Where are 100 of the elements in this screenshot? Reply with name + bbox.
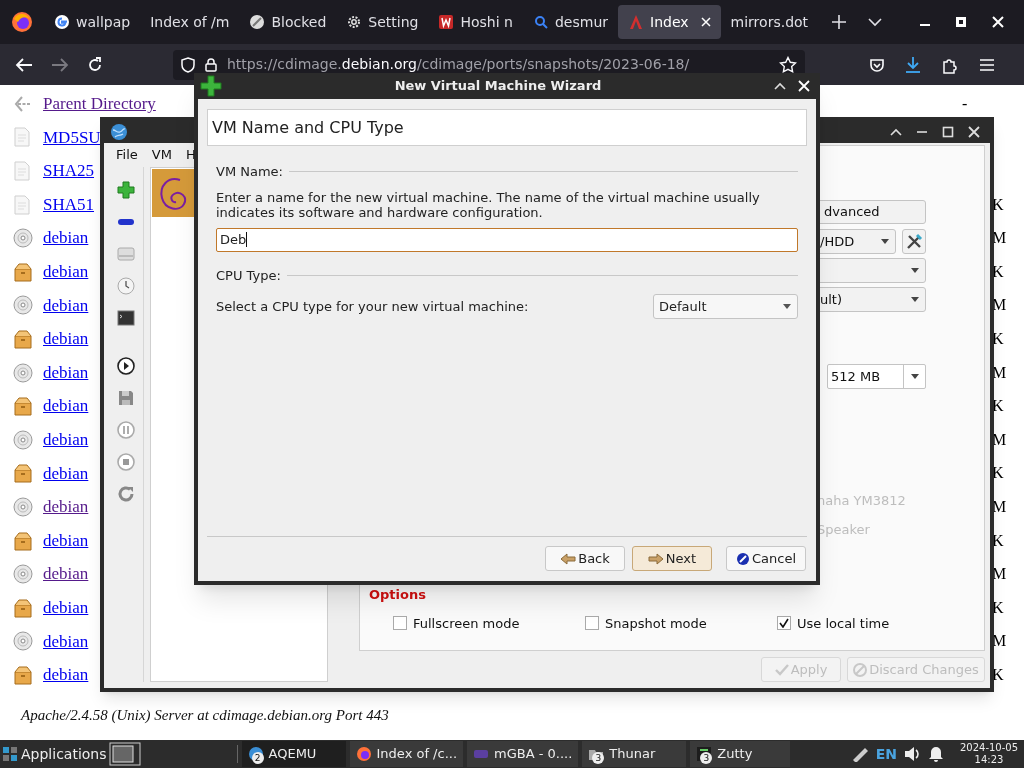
browser-tab[interactable]: Index xyxy=(618,5,721,39)
file-size: M xyxy=(992,564,1008,585)
file-link[interactable]: debian xyxy=(43,561,89,587)
applications-menu[interactable]: Applications xyxy=(0,743,107,765)
memory-combo[interactable]: 512 MB xyxy=(827,364,926,389)
file-link[interactable]: debian xyxy=(43,494,89,520)
file-link[interactable]: MD5SU xyxy=(43,124,101,151)
play-icon[interactable] xyxy=(116,357,135,375)
cpu-combo[interactable]: Default xyxy=(653,294,798,319)
browser-tab[interactable]: desmur xyxy=(522,5,619,39)
workspace-icon[interactable] xyxy=(108,742,141,766)
wizard-button[interactable]: Next xyxy=(632,546,712,571)
menu-item[interactable]: File xyxy=(116,145,138,165)
checkbox-label: Fullscreen mode xyxy=(413,614,520,633)
new-tab-icon[interactable] xyxy=(832,15,847,29)
file-link[interactable]: debian xyxy=(43,259,89,285)
reload-icon[interactable] xyxy=(87,56,103,73)
wizard-button[interactable]: Back xyxy=(545,546,625,571)
file-link[interactable]: debian xyxy=(43,359,89,386)
package-icon xyxy=(13,597,33,618)
clock-icon[interactable] xyxy=(116,277,135,295)
chevron-down-icon[interactable] xyxy=(868,17,883,27)
file-size: M xyxy=(992,631,1008,652)
dropdown-arrow-icon xyxy=(910,374,919,379)
file-link[interactable]: debian xyxy=(43,460,89,487)
task-button[interactable]: 3 Thunar xyxy=(582,741,687,767)
task-button[interactable]: 3 Zutty xyxy=(690,741,791,767)
file-link[interactable]: debian xyxy=(43,594,89,621)
vm-name-field[interactable]: Deb xyxy=(216,227,798,252)
menu-item[interactable]: VM xyxy=(151,145,172,165)
vm-list-item[interactable] xyxy=(152,169,194,217)
task-button[interactable]: Index of /c... xyxy=(349,741,464,767)
maximize-icon[interactable] xyxy=(942,126,954,138)
task-button[interactable]: 2 AQEMU xyxy=(241,741,346,767)
package-icon xyxy=(13,328,33,349)
browser-tab[interactable]: Blocked xyxy=(239,5,337,39)
disc-icon xyxy=(13,564,33,585)
wizard-button[interactable]: Cancel xyxy=(726,546,806,571)
firefox-icon[interactable] xyxy=(11,11,33,33)
browser-tab[interactable]: wallpap xyxy=(44,5,141,39)
minimize-icon[interactable] xyxy=(916,130,928,134)
lock-icon xyxy=(205,57,217,72)
file-size: - xyxy=(962,93,969,114)
add-icon[interactable] xyxy=(116,181,135,199)
star-icon[interactable] xyxy=(779,55,797,74)
pocket-icon[interactable] xyxy=(869,56,885,73)
package-icon xyxy=(13,261,33,282)
keyboard-layout[interactable]: EN xyxy=(875,743,897,765)
file-size: M xyxy=(992,496,1008,517)
floppy-icon[interactable] xyxy=(116,389,135,407)
shade-icon[interactable] xyxy=(890,128,902,136)
advanced-button[interactable]: dvanced xyxy=(817,200,926,224)
file-link[interactable]: debian xyxy=(43,393,89,419)
file-link[interactable]: debian xyxy=(43,427,89,453)
file-link[interactable]: debian xyxy=(43,225,89,251)
check-icon xyxy=(779,618,789,629)
file-link[interactable]: SHA51 xyxy=(43,191,94,218)
file-link[interactable]: SHA25 xyxy=(43,158,94,184)
document-icon xyxy=(13,127,31,148)
file-size: M xyxy=(992,362,1008,383)
cpu-prompt: Select a CPU type for your new virtual machine: xyxy=(216,297,529,316)
tools-icon xyxy=(905,232,923,251)
browser-tab[interactable]: mirrors.dot xyxy=(720,5,819,39)
terminal-icon[interactable] xyxy=(116,309,135,327)
file-link[interactable]: debian xyxy=(43,662,89,688)
volume-icon[interactable] xyxy=(904,746,922,762)
browser-tab[interactable]: Setting xyxy=(336,5,429,39)
stop-icon[interactable] xyxy=(116,453,135,471)
package-icon xyxy=(13,463,33,484)
file-link[interactable]: debian xyxy=(43,527,89,554)
checkbox[interactable] xyxy=(585,616,599,631)
task-button[interactable]: mGBA - 0.... xyxy=(467,741,579,767)
forward-icon[interactable] xyxy=(51,56,69,73)
dropdown[interactable] xyxy=(817,258,926,283)
shade-icon[interactable] xyxy=(774,82,786,90)
globe-icon xyxy=(110,123,128,141)
file-link[interactable]: debian xyxy=(43,292,89,319)
file-link[interactable]: debian xyxy=(43,628,89,655)
dropdown[interactable]: ult) xyxy=(817,287,926,312)
checkbox[interactable] xyxy=(393,616,407,631)
browser-tab[interactable]: Hoshi n xyxy=(428,5,523,39)
storage-combo[interactable]: /HDD xyxy=(817,229,896,254)
dropdown-arrow-icon xyxy=(911,297,919,302)
close-icon[interactable] xyxy=(968,126,980,138)
wizard-header: VM Name and CPU Type xyxy=(207,109,807,146)
window-title: New Virtual Machine Wizard xyxy=(393,77,603,96)
menu-icon[interactable] xyxy=(979,57,995,72)
tools-button[interactable] xyxy=(902,229,926,254)
section-label: CPU Type: xyxy=(216,266,281,285)
back-icon[interactable] xyxy=(15,56,33,73)
checkbox[interactable] xyxy=(777,616,791,631)
package-icon xyxy=(13,664,33,685)
download-icon[interactable] xyxy=(905,55,921,74)
file-link[interactable]: debian xyxy=(43,326,89,352)
menu-item[interactable]: H xyxy=(185,145,196,165)
arrow-left-icon xyxy=(560,552,577,565)
file-link[interactable]: Parent Directory xyxy=(43,91,156,117)
disc-icon xyxy=(13,429,33,450)
bell-icon[interactable] xyxy=(929,746,943,762)
browser-tab[interactable]: Index of /m xyxy=(140,5,240,39)
